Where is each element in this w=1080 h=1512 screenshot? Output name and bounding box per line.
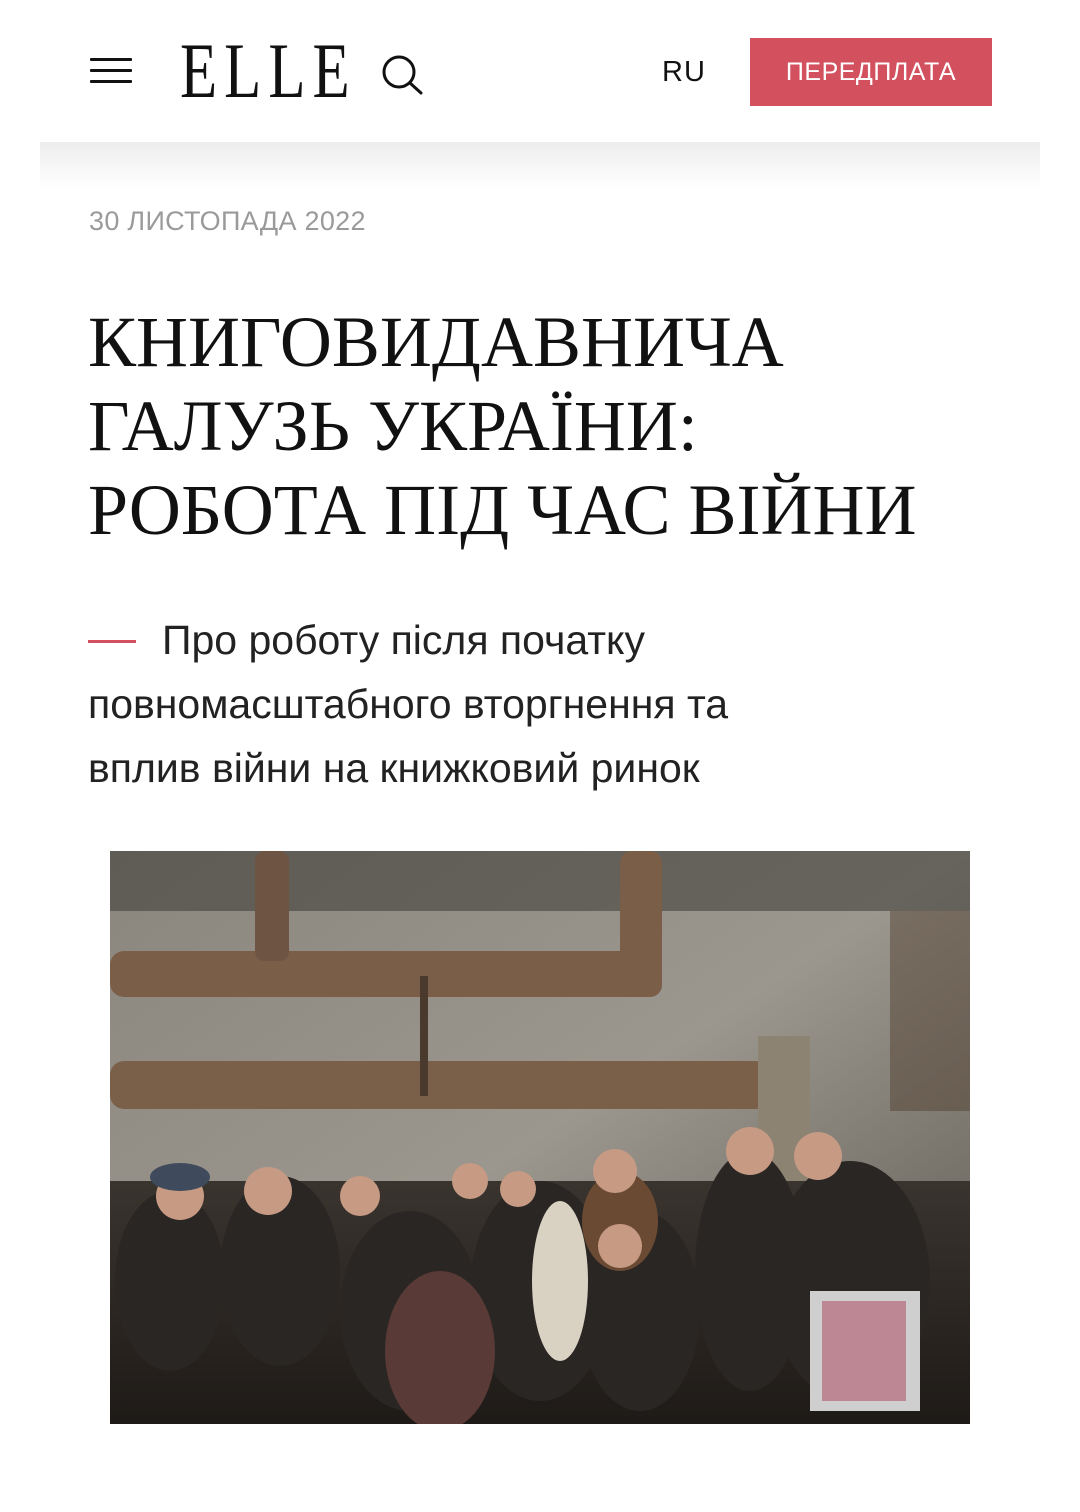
article-lead: Про роботу після початку повномасштабног… (88, 608, 988, 800)
site-header: ELLE RU ПЕРЕДПЛАТА (0, 0, 1080, 142)
search-icon (382, 55, 423, 95)
menu-icon-bar (90, 69, 132, 72)
menu-button[interactable] (90, 56, 132, 86)
article-title: КНИГОВИДАВНИЧА ГАЛУЗЬ УКРАЇНИ: РОБОТА ПІ… (88, 300, 1008, 552)
lead-line: повномасштабного вторгнення та (88, 681, 729, 727)
title-line: ГАЛУЗЬ УКРАЇНИ: (88, 386, 698, 466)
title-line: КНИГОВИДАВНИЧА (88, 302, 784, 382)
lead-dash (88, 639, 136, 643)
lead-text-line: Про роботу після початку (162, 617, 645, 663)
article-date: 30 ЛИСТОПАДА 2022 (89, 206, 366, 236)
subscribe-button[interactable]: ПЕРЕДПЛАТА (750, 38, 992, 106)
photo-illustration (110, 851, 970, 1424)
menu-icon-bar (90, 58, 132, 61)
header-shadow (40, 142, 1040, 190)
title-line: РОБОТА ПІД ЧАС ВІЙНИ (88, 470, 917, 550)
lead-line: вплив війни на книжковий ринок (88, 745, 700, 791)
menu-icon-bar (90, 80, 132, 83)
language-switch[interactable]: RU (662, 52, 706, 92)
lead-line: Про роботу після початку (88, 608, 988, 672)
search-button[interactable] (378, 52, 426, 96)
elle-logo[interactable]: ELLE (180, 32, 357, 110)
article-photo (110, 851, 970, 1424)
